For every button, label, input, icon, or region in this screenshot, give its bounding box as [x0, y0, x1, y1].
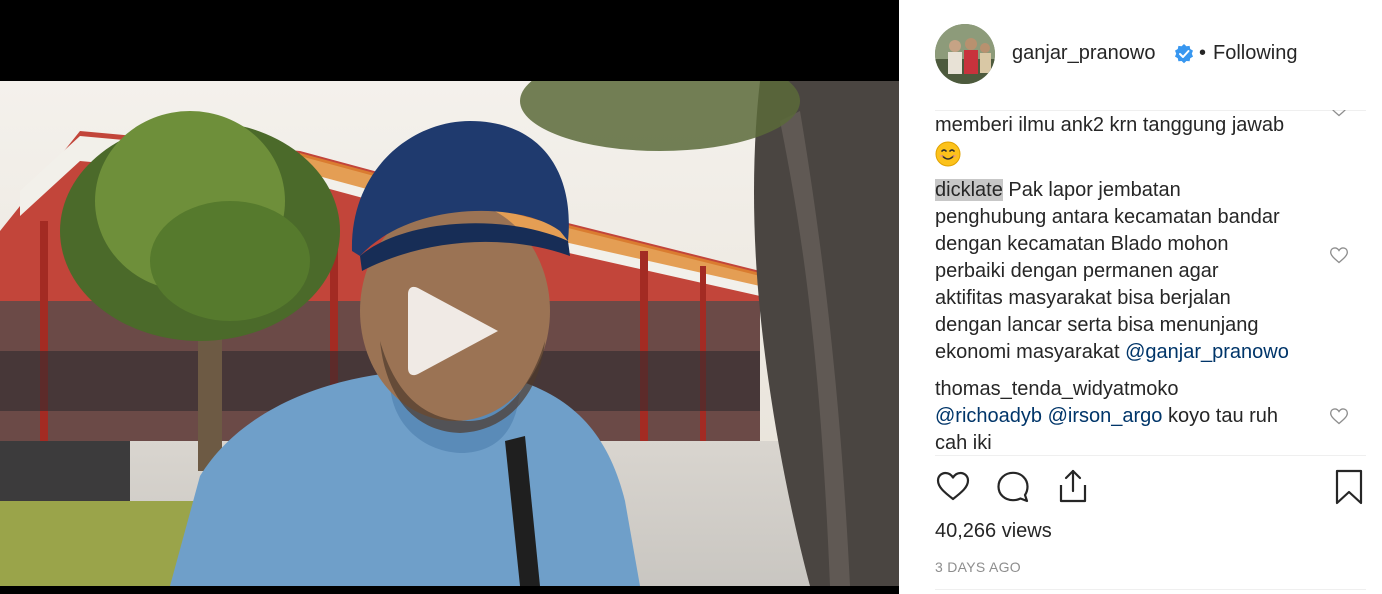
comment-body: @richoadyb @irson_argo koyo tau ruh [935, 403, 1315, 430]
comment-text: memberi ilmu ank2 krn tanggung jawab [935, 114, 1285, 136]
video-player[interactable] [0, 0, 899, 594]
avatar-image [935, 24, 995, 84]
avatar[interactable] [935, 24, 995, 84]
comment-line: Pak lapor jembatan [1008, 179, 1181, 201]
comment-line: cah iki [935, 432, 992, 454]
smiling-face-emoji-icon [935, 141, 961, 167]
following-button[interactable]: Following [1213, 42, 1297, 65]
comment-username[interactable]: dicklate [935, 179, 1003, 201]
share-icon[interactable] [1055, 468, 1091, 504]
footer-divider [935, 589, 1366, 590]
mention-link[interactable]: @ganjar_pranowo [1125, 341, 1289, 363]
comments-list[interactable]: memberi ilmu ank2 krn tanggung jawab dic… [935, 110, 1366, 454]
play-icon[interactable] [404, 282, 504, 380]
comment-line: aktifitas masyarakat bisa berjalan [935, 287, 1231, 309]
header-separator: • [1199, 42, 1207, 64]
comment-item: thomas_tenda_widyatmoko @richoadyb @irso… [935, 376, 1349, 454]
heart-icon[interactable] [935, 468, 971, 504]
verified-badge-icon [1175, 44, 1193, 64]
actions-divider [935, 455, 1366, 456]
comment-username[interactable]: thomas_tenda_widyatmoko [935, 376, 1315, 403]
comment-item: memberi ilmu ank2 krn tanggung jawab [935, 110, 1346, 169]
post-username[interactable]: ganjar_pranowo [1012, 42, 1155, 65]
comment-line: dengan lancar serta bisa menunjang [935, 314, 1259, 336]
comment-line: perbaiki dengan permanen agar [935, 260, 1219, 282]
post-timestamp[interactable]: 3 DAYS AGO [935, 559, 1021, 575]
comment-body: dicklate Pak lapor jembatan [935, 177, 1315, 204]
comment-line: ekonomi masyarakat [935, 341, 1120, 363]
comment-line: penghubung antara kecamatan bandar [935, 206, 1280, 228]
post-actions [935, 468, 1366, 508]
post-side-panel: ganjar_pranowo • Following memberi ilmu … [899, 0, 1382, 594]
mention-link[interactable]: @irson_argo [1048, 405, 1163, 427]
comment-like-heart-icon[interactable] [1329, 110, 1349, 118]
bookmark-icon[interactable] [1331, 468, 1367, 506]
comment-item: dicklate Pak lapor jembatan penghubung a… [935, 177, 1349, 366]
comment-like-heart-icon[interactable] [1329, 245, 1349, 265]
mention-link[interactable]: @richoadyb [935, 405, 1042, 427]
comment-bubble-icon[interactable] [995, 468, 1031, 504]
comment-line-last: ekonomi masyarakat @ganjar_pranowo [935, 339, 1315, 366]
comment-emoji [935, 139, 1315, 169]
comment-like-heart-icon[interactable] [1329, 406, 1349, 426]
post-header: ganjar_pranowo • Following [899, 0, 1382, 110]
comment-line: dengan kecamatan Blado mohon [935, 233, 1229, 255]
comment-line: koyo tau ruh [1167, 405, 1279, 427]
views-count[interactable]: 40,266 views [935, 520, 1052, 543]
